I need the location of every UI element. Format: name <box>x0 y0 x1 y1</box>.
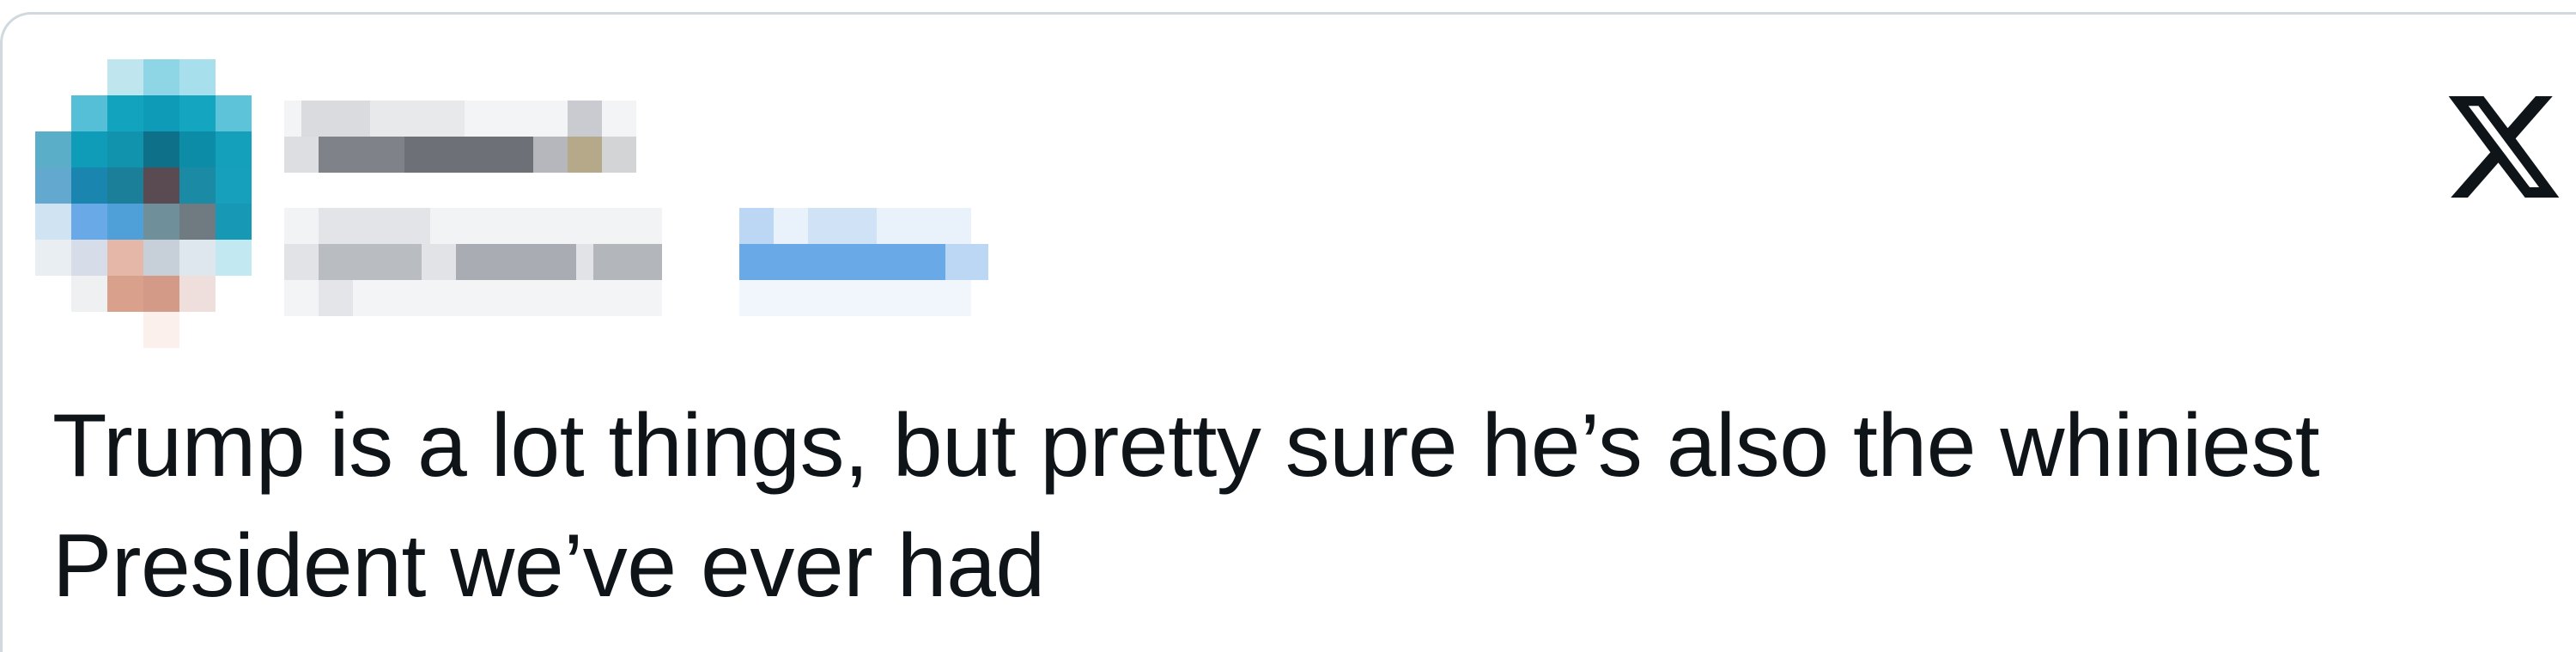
post-text: Trump is a lot things, but pretty sure h… <box>52 386 2543 626</box>
post-text-line-2: President we’ve ever had <box>52 516 1045 616</box>
display-name-blurred[interactable] <box>284 101 636 186</box>
post-card[interactable]: Trump is a lot things, but pretty sure h… <box>0 12 2576 652</box>
post-header <box>3 15 2576 348</box>
avatar[interactable] <box>35 59 284 351</box>
handle-and-follow-blurred[interactable] <box>284 208 988 320</box>
post-text-line-1: Trump is a lot things, but pretty sure h… <box>52 396 2320 496</box>
x-logo-icon[interactable] <box>2448 96 2560 198</box>
